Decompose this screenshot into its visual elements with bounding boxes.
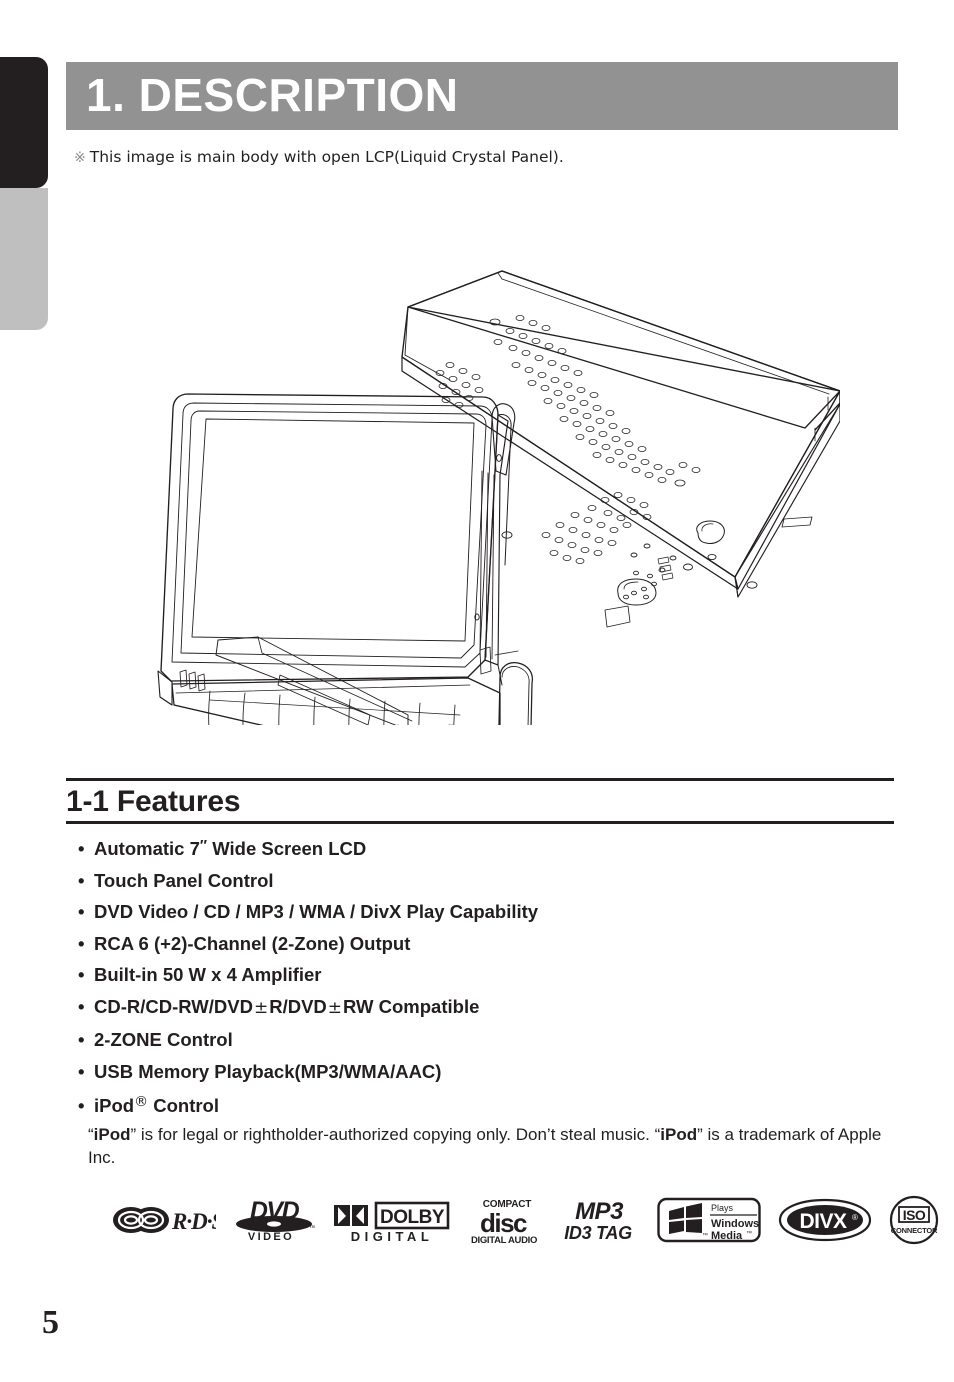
feature-text: USB Memory Playback(MP3/WMA/AAC) <box>94 1060 442 1082</box>
image-note: ※ This image is main body with open LCP(L… <box>74 148 564 166</box>
svg-text:CONNECTOR: CONNECTOR <box>891 1226 938 1235</box>
list-item: • CD-R/CD-RW/DVD±R/DVD±RW Compatible <box>78 991 894 1025</box>
plus-minus-sign: ± <box>327 997 343 1018</box>
dvd-video-logo: DVD VIDEO ™ <box>233 1197 315 1243</box>
list-item: • Automatic 7″ Wide Screen LCD <box>78 830 894 865</box>
plays-windows-media-logo: ™ Plays Windows Media ™ <box>657 1196 761 1244</box>
registered-trademark-icon: ® <box>134 1094 149 1110</box>
note-body: ” is for legal or rightholder-authorized… <box>130 1125 661 1144</box>
image-note-text: This image is main body with open LCP(Li… <box>89 148 564 166</box>
page-number: 5 <box>42 1304 59 1341</box>
bullet-icon: • <box>78 932 85 954</box>
svg-text:Plays: Plays <box>711 1203 734 1213</box>
plus-minus-sign: ± <box>253 997 269 1018</box>
svg-text:ISO: ISO <box>903 1207 926 1223</box>
svg-text:DOLBY: DOLBY <box>380 1207 445 1228</box>
features-section: 1-1 Features • Automatic 7″ Wide Screen L… <box>66 778 894 1122</box>
feature-text-cont: Wide Screen LCD <box>207 838 367 859</box>
svg-text:™: ™ <box>746 1230 752 1237</box>
list-item: • 2-ZONE Control <box>78 1024 894 1056</box>
feature-text: Built-in 50 W x 4 Amplifier <box>94 964 322 985</box>
svg-text:DIGITAL: DIGITAL <box>351 1229 434 1243</box>
svg-text:™: ™ <box>702 1232 708 1239</box>
ipod-brand: iPod <box>660 1125 698 1144</box>
list-item: • Touch Panel Control <box>78 865 894 897</box>
svg-text:DIGITAL AUDIO: DIGITAL AUDIO <box>471 1235 537 1244</box>
svg-text:Windows: Windows <box>711 1218 759 1230</box>
feature-text: Touch Panel Control <box>94 869 274 891</box>
list-item: • RCA 6 (+2)-Channel (2-Zone) Output <box>78 928 894 960</box>
features-list: • Automatic 7″ Wide Screen LCD • Touch Pan… <box>66 830 894 1122</box>
bullet-icon: • <box>78 869 85 891</box>
bullet-icon: • <box>78 964 85 985</box>
feature-text: RCA 6 (+2)-Channel (2-Zone) Output <box>94 932 411 954</box>
feature-text-cont: R/DVD <box>269 995 327 1017</box>
svg-text:Media: Media <box>711 1230 743 1242</box>
feature-text: iPod <box>94 1095 135 1116</box>
ipod-trademark-note: “iPod” is for legal or rightholder-autho… <box>88 1123 900 1169</box>
mp3-id3-tag-logo: MP3 ID3 TAG <box>558 1197 640 1243</box>
rds-logo: R·D·S <box>112 1201 216 1239</box>
divx-logo: DIVX ® <box>778 1198 872 1242</box>
svg-text:disc: disc <box>480 1208 527 1238</box>
chapter-header-bar: 1. DESCRIPTION <box>66 62 898 130</box>
ipod-brand: iPod <box>93 1125 131 1144</box>
bullet-icon: • <box>78 838 85 859</box>
reference-mark-icon: ※ <box>74 150 86 166</box>
svg-text:DIVX: DIVX <box>799 1210 847 1233</box>
svg-text:DVD: DVD <box>250 1197 300 1225</box>
product-illustration <box>150 185 840 725</box>
feature-text: Automatic 7 <box>94 838 200 859</box>
feature-text: DVD Video / CD / MP3 / WMA / DivX Play C… <box>94 901 539 922</box>
feature-text: 2-ZONE Control <box>94 1029 233 1050</box>
feature-text-cont: Control <box>148 1095 219 1116</box>
bullet-icon: • <box>78 1095 85 1116</box>
svg-text:ID3 TAG: ID3 TAG <box>564 1223 632 1243</box>
features-heading: 1-1 Features <box>66 785 241 818</box>
svg-text:R·D·S: R·D·S <box>171 1209 216 1234</box>
feature-text-end: RW Compatible <box>343 995 480 1017</box>
bullet-icon: • <box>78 1029 85 1050</box>
bullet-icon: • <box>78 1060 85 1082</box>
svg-text:™: ™ <box>309 1225 315 1232</box>
list-item: • USB Memory Playback(MP3/WMA/AAC) <box>78 1056 894 1088</box>
edge-tab-gray <box>0 188 48 330</box>
list-item: • iPod® Control <box>78 1087 894 1122</box>
feature-text: CD-R/CD-RW/DVD <box>94 995 253 1017</box>
edge-tab-dark <box>0 57 48 188</box>
list-item: • DVD Video / CD / MP3 / WMA / DivX Play … <box>78 896 894 928</box>
bullet-icon: • <box>78 995 85 1017</box>
certification-logo-strip: R·D·S DVD VIDEO ™ DOLBY DIGITAL COMPACT <box>112 1192 939 1248</box>
dolby-digital-logo: DOLBY DIGITAL <box>332 1197 450 1243</box>
compact-disc-digital-audio-logo: COMPACT disc DIGITAL AUDIO <box>467 1196 541 1244</box>
features-rule-bottom <box>66 821 894 824</box>
svg-text:®: ® <box>852 1213 858 1222</box>
iso-connector-logo: ISO CONNECTOR <box>889 1195 939 1245</box>
svg-text:VIDEO: VIDEO <box>248 1231 294 1243</box>
bullet-icon: • <box>78 901 85 922</box>
list-item: • Built-in 50 W x 4 Amplifier <box>78 959 894 991</box>
page-title: 1. DESCRIPTION <box>86 68 459 121</box>
svg-text:MP3: MP3 <box>575 1198 624 1225</box>
inch-mark: ″ <box>199 837 208 854</box>
